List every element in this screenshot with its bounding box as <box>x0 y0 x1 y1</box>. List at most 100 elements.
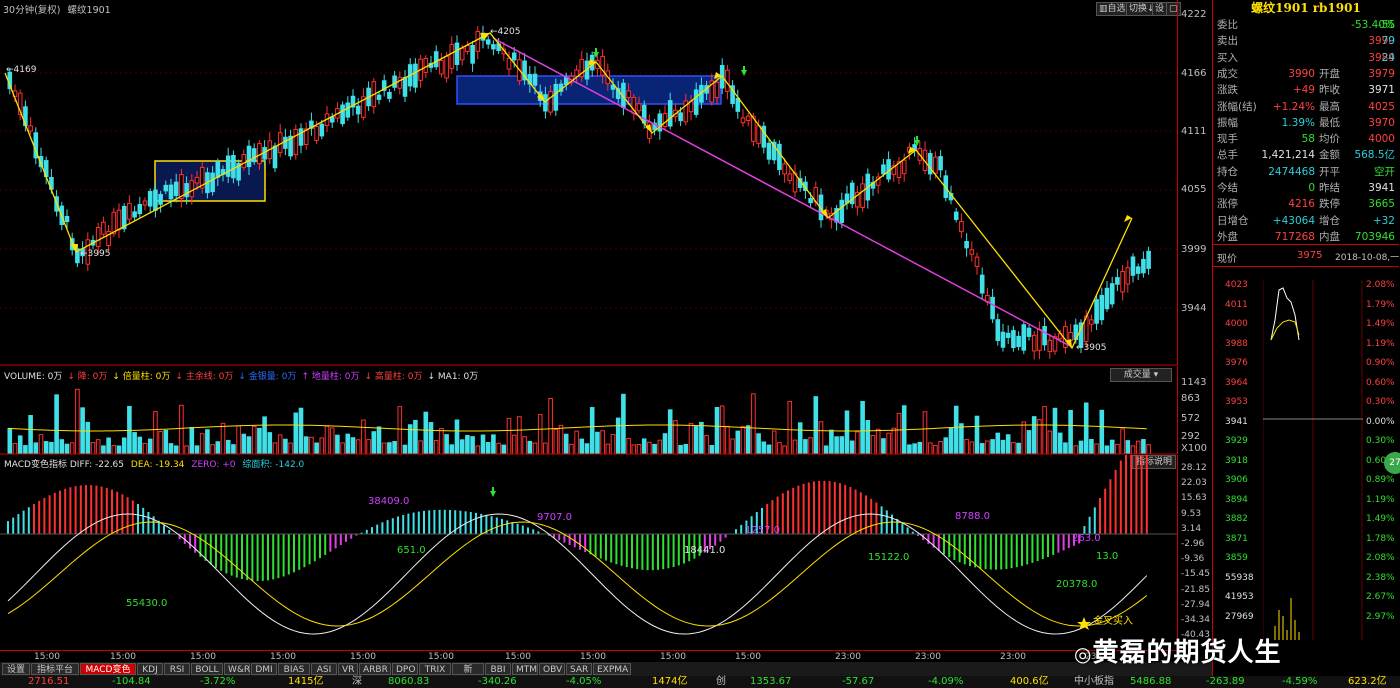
mini-price-tick: 55938 <box>1225 572 1254 583</box>
candle-body <box>433 51 439 68</box>
volume-bar <box>782 445 787 455</box>
volume-bar <box>1141 439 1146 455</box>
candle-body <box>293 128 299 156</box>
quote-field: 703946 <box>1354 230 1395 243</box>
volume-bar <box>927 442 933 455</box>
volume-tick: 292 <box>1181 431 1201 442</box>
indicator-tab[interactable]: EXPMA <box>593 663 631 675</box>
candle-body <box>340 104 345 125</box>
quote-row: 总手 1,421,214 金额 568.5亿 <box>1217 148 1397 163</box>
quote-field: 最高 <box>1319 100 1340 113</box>
volume-bar <box>1125 440 1131 455</box>
indicator-tab[interactable]: W&R <box>224 663 250 675</box>
candle-body <box>345 102 351 118</box>
volume-bar <box>974 415 980 455</box>
candle-body <box>927 153 933 175</box>
time-tick: 15:00 <box>428 652 454 662</box>
indicator-tab[interactable]: TRIX <box>419 663 451 675</box>
quote-field: 1,421,214 <box>1261 149 1315 162</box>
candle-body <box>959 220 964 232</box>
quote-field: 卖出 <box>1217 35 1238 48</box>
quote-field: 外盘 <box>1217 230 1238 243</box>
candle-body <box>28 125 33 132</box>
volume-bar <box>147 438 153 455</box>
volume-bar <box>106 437 111 455</box>
cy-index: 1353.67 <box>750 676 792 687</box>
volume-bar <box>101 445 106 455</box>
candle-body <box>506 57 512 70</box>
volume-bar <box>335 434 340 455</box>
mini-price-tick: 41953 <box>1225 592 1254 602</box>
candle-body <box>215 161 221 178</box>
indicator-tab[interactable]: 设置 <box>2 663 30 675</box>
volume-bar <box>329 427 335 455</box>
mini-price-tick: 3953 <box>1225 397 1248 407</box>
cy-label: 创 <box>716 676 726 687</box>
volume-bar <box>319 437 325 455</box>
volume-bar <box>813 396 819 455</box>
candle-body <box>860 183 865 208</box>
indicator-tab[interactable]: BBI <box>485 663 511 675</box>
candle-body <box>1000 331 1006 348</box>
floating-badge[interactable]: 27 <box>1384 452 1400 474</box>
candle-body <box>153 189 158 211</box>
candle-body <box>459 47 465 61</box>
macd-tick: -27.94 <box>1181 599 1211 610</box>
volume-bar <box>1021 421 1027 455</box>
volume-bar <box>111 445 117 455</box>
volume-bar <box>262 416 267 455</box>
indicator-tab[interactable]: MTM <box>512 663 538 675</box>
indicator-tab[interactable]: ARBR <box>359 663 391 675</box>
volume-bar <box>33 442 39 455</box>
quote-row: 日增仓 +43064 增仓 +32 <box>1217 214 1397 229</box>
time-tick: 15:00 <box>580 652 606 662</box>
volume-bar <box>683 444 689 455</box>
time-tick: 15:00 <box>660 652 686 662</box>
macd-area-label: 8788.0 <box>955 511 990 522</box>
volume-bar <box>740 425 746 455</box>
volume-bar <box>7 427 13 455</box>
indicator-tab[interactable]: KDJ <box>137 663 163 675</box>
volume-bar <box>168 443 174 455</box>
volume-bar <box>865 419 871 455</box>
quote-field: 开平 <box>1319 165 1340 178</box>
candle-body <box>491 44 496 50</box>
indicator-tab[interactable]: 新DMA <box>452 663 484 687</box>
quote-field: 均价 <box>1319 133 1340 146</box>
volume-bar <box>137 436 143 455</box>
volume-bar <box>1042 406 1047 455</box>
candle-body <box>485 39 491 45</box>
volume-bar <box>688 422 694 455</box>
time-tick: 15:00 <box>735 652 761 662</box>
indicator-tab[interactable]: ASI <box>311 663 337 675</box>
macd-area-label: 651.0 <box>397 545 426 556</box>
indicator-tab[interactable]: DMI <box>251 663 277 675</box>
start-price-label: ←4169 <box>6 65 37 75</box>
indicator-tab[interactable]: DPO <box>392 663 418 675</box>
macd-area-label: 18441.0 <box>684 545 726 556</box>
volume-bar <box>392 441 397 455</box>
indicator-tab[interactable]: 指标平台 <box>31 663 79 675</box>
volume-bar <box>751 393 756 455</box>
indicator-tab[interactable]: MACD变色指标 <box>80 663 136 687</box>
indicator-tab[interactable]: BOLL <box>191 663 223 675</box>
volume-bar <box>23 445 28 455</box>
kline-chart-area[interactable]: 30分钟(复权) 螺纹1901 ▥自选 切换↓ 设 ▢ 4222 4166 41… <box>0 0 1212 688</box>
volume-bar <box>995 432 1001 455</box>
indicator-tab[interactable]: OBV <box>539 663 565 675</box>
mini-pct-tick: 1.19% <box>1366 494 1395 505</box>
indicator-tab[interactable]: SAR <box>566 663 592 675</box>
macd-tick: -2.96 <box>1181 539 1205 549</box>
mini-pct-tick: 2.08% <box>1366 553 1395 563</box>
quote-field: 跌停 <box>1319 198 1340 211</box>
mini-pct-tick: 2.97% <box>1366 611 1395 622</box>
indicator-tab[interactable]: VR <box>338 663 358 675</box>
volume-bar <box>1057 432 1063 455</box>
indicator-tab[interactable]: RSI <box>164 663 190 675</box>
volume-bar <box>839 436 845 455</box>
indicator-tab[interactable]: BIAS <box>278 663 310 675</box>
volume-bar <box>511 434 517 455</box>
volume-bar <box>1083 402 1089 455</box>
volume-bar <box>979 443 985 455</box>
candle-body <box>667 100 673 127</box>
